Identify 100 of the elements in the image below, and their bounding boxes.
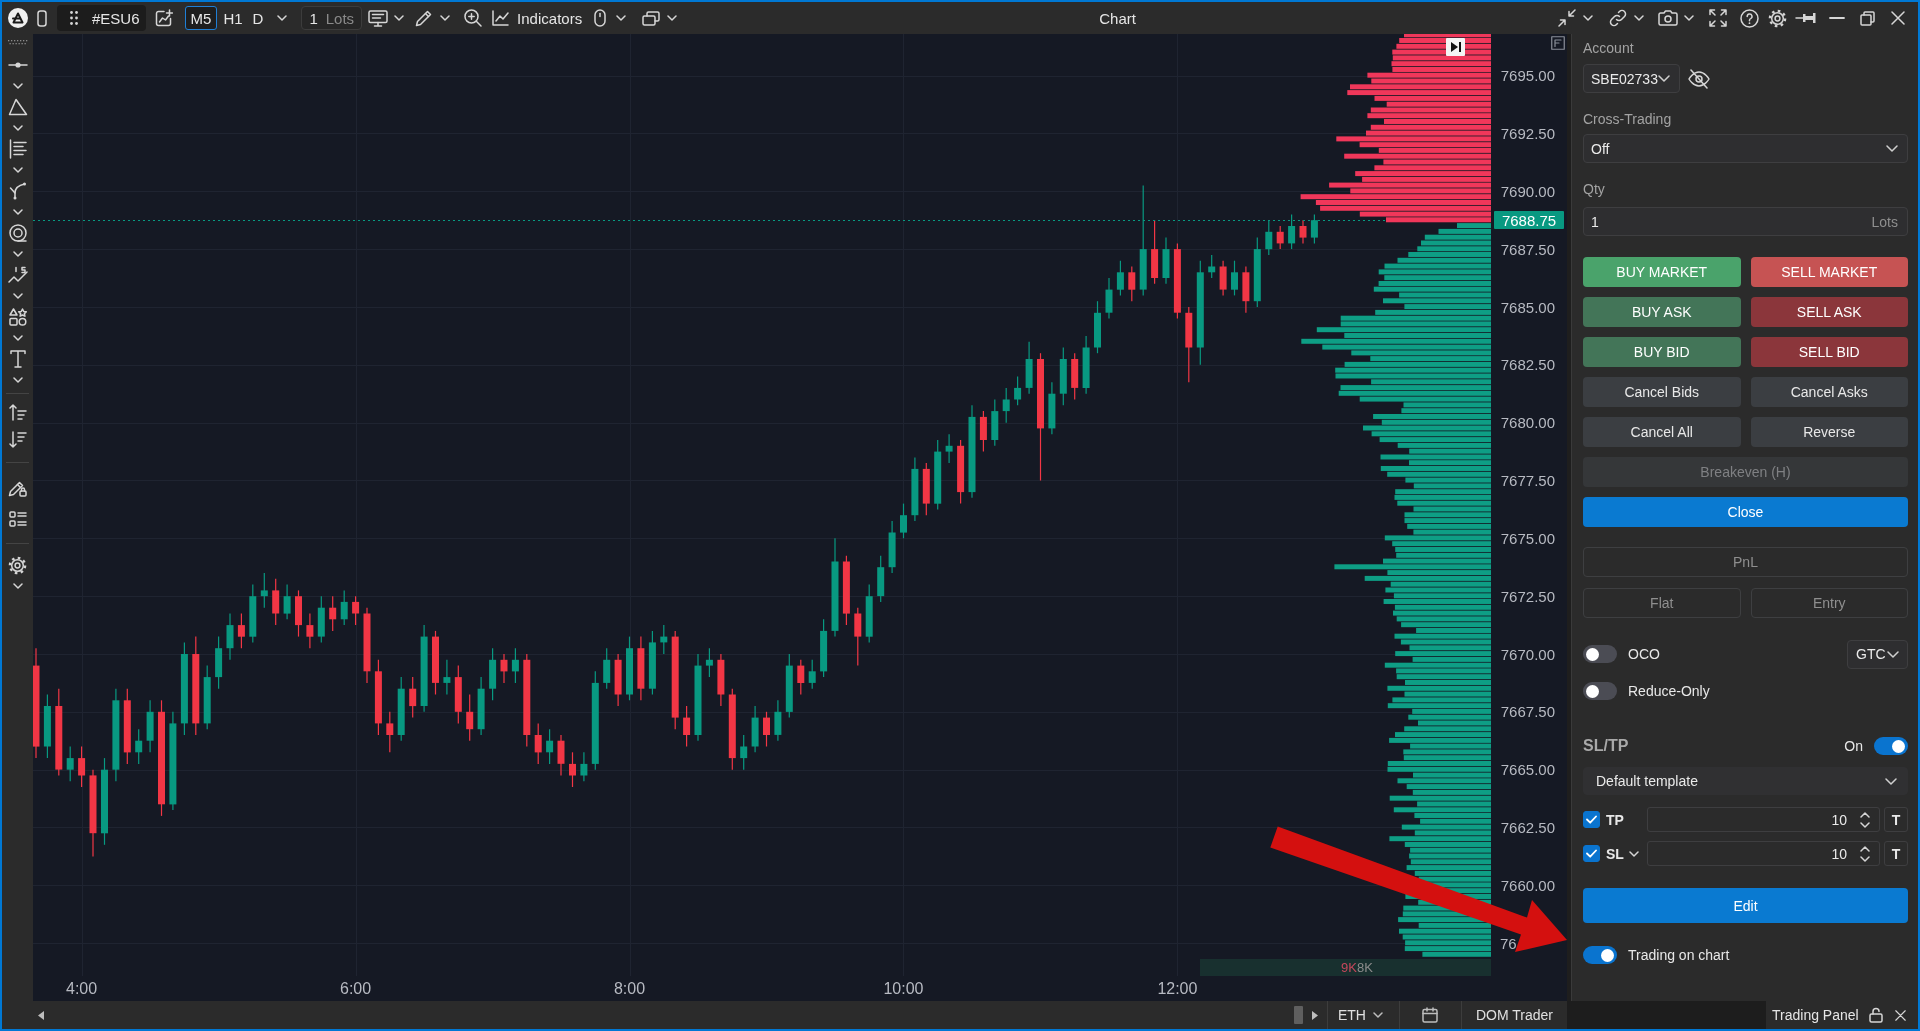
help-icon[interactable]: [1740, 8, 1759, 28]
zoom-in-icon[interactable]: [464, 9, 483, 27]
shrink-icon[interactable]: [1558, 9, 1576, 27]
edit-button[interactable]: Edit: [1583, 888, 1908, 923]
caret-icon[interactable]: [12, 377, 23, 383]
timeframe-tab[interactable]: D: [248, 6, 268, 30]
monitor-icon[interactable]: [368, 9, 389, 27]
scroll-right-icon[interactable]: [1312, 1010, 1318, 1020]
checkbox[interactable]: [1583, 811, 1600, 828]
add-chart-icon[interactable]: [153, 8, 173, 28]
caret-icon[interactable]: [1628, 850, 1639, 857]
caret-icon[interactable]: [440, 15, 451, 21]
unit-button[interactable]: T: [1884, 841, 1908, 866]
shapes-icon[interactable]: [8, 308, 27, 326]
sort-down-icon[interactable]: [8, 431, 27, 449]
cross-trading-select[interactable]: Off: [1583, 134, 1908, 163]
calendar-icon[interactable]: [1422, 1007, 1439, 1023]
timeframe-tab[interactable]: H1: [219, 6, 247, 30]
position-button[interactable]: Flat: [1583, 588, 1741, 618]
mouse-icon[interactable]: [594, 9, 607, 27]
spinner-icon[interactable]: [1860, 811, 1870, 828]
toggle-switch[interactable]: [1583, 946, 1617, 964]
scroll-left-icon[interactable]: [38, 1010, 44, 1020]
candle: [580, 751, 588, 782]
caret-icon[interactable]: [1634, 15, 1644, 21]
triangle-icon[interactable]: [7, 98, 28, 116]
link-icon[interactable]: [1608, 8, 1628, 28]
lines-icon[interactable]: [8, 139, 27, 159]
time-in-force-select[interactable]: GTC: [1847, 639, 1908, 669]
padlock-icon[interactable]: [1868, 1007, 1883, 1023]
logo-icon[interactable]: [8, 8, 28, 28]
settings-icon[interactable]: [1768, 8, 1787, 28]
text-tool-icon[interactable]: [9, 350, 26, 368]
caret-icon[interactable]: [277, 15, 288, 21]
order-button[interactable]: Cancel All: [1583, 417, 1741, 447]
pnl-button[interactable]: PnL: [1583, 547, 1908, 577]
timeframe-tab[interactable]: M5: [184, 6, 218, 30]
caret-icon[interactable]: [1684, 15, 1694, 21]
zigzag-icon[interactable]: [7, 266, 28, 284]
unit-button[interactable]: T: [1884, 807, 1908, 832]
symbol-selector[interactable]: #ESU6: [57, 5, 146, 31]
sell-button[interactable]: SELL ASK: [1750, 297, 1908, 327]
qty-field[interactable]: 1 Lots: [1583, 207, 1908, 236]
close-button[interactable]: Close: [1583, 497, 1908, 527]
caret-icon[interactable]: [12, 335, 23, 341]
sell-button[interactable]: SELL MARKET: [1750, 257, 1908, 287]
session-select[interactable]: ETH: [1328, 1001, 1399, 1029]
list-icon[interactable]: [8, 511, 27, 527]
caret-icon[interactable]: [12, 583, 23, 589]
scrollbar-thumb[interactable]: [1294, 1006, 1303, 1024]
grip-dots-icon[interactable]: [6, 39, 29, 45]
close-icon[interactable]: [1894, 1009, 1906, 1021]
caret-icon[interactable]: [12, 125, 23, 131]
close-icon[interactable]: [1891, 11, 1905, 25]
restore-icon[interactable]: [1860, 10, 1875, 26]
pencil-icon[interactable]: [415, 9, 434, 27]
curve-icon[interactable]: [8, 182, 27, 200]
order-button[interactable]: Reverse: [1750, 417, 1908, 447]
sort-up-icon[interactable]: [8, 403, 27, 421]
buy-button[interactable]: BUY BID: [1583, 337, 1741, 367]
caret-icon[interactable]: [12, 83, 23, 89]
number-field[interactable]: 10: [1647, 841, 1880, 866]
eye-off-icon[interactable]: [1687, 68, 1710, 89]
number-field[interactable]: 10: [1647, 807, 1880, 832]
position-button[interactable]: Entry: [1750, 588, 1908, 618]
windows-icon[interactable]: [642, 10, 661, 26]
template-select[interactable]: Default template: [1583, 767, 1908, 795]
toggle-switch[interactable]: [1874, 737, 1908, 755]
square-icon[interactable]: [1551, 36, 1565, 50]
spinner-icon[interactable]: [1860, 845, 1870, 862]
line-tool-icon[interactable]: [7, 61, 28, 69]
caret-icon[interactable]: [12, 251, 23, 257]
fullscreen-icon[interactable]: [1709, 9, 1727, 27]
caret-icon[interactable]: [616, 15, 627, 21]
camera-icon[interactable]: [1658, 10, 1678, 26]
sell-button[interactable]: SELL BID: [1750, 337, 1908, 367]
caret-icon[interactable]: [12, 209, 23, 215]
candle: [78, 745, 86, 788]
spiral-icon[interactable]: [8, 224, 27, 242]
grip-icon[interactable]: [70, 11, 78, 25]
caret-icon[interactable]: [1583, 15, 1593, 21]
lots-field[interactable]: 1 Lots: [301, 6, 363, 30]
settings-icon[interactable]: [8, 555, 27, 575]
caret-icon[interactable]: [667, 15, 678, 21]
caret-icon[interactable]: [394, 15, 405, 21]
indicators-button[interactable]: Indicators: [492, 5, 583, 31]
account-select[interactable]: SBE02733: [1583, 64, 1680, 93]
caret-icon[interactable]: [12, 167, 23, 173]
order-button[interactable]: Cancel Bids: [1583, 377, 1741, 407]
phone-icon[interactable]: [37, 9, 47, 27]
go-to-end-icon[interactable]: [1446, 38, 1465, 56]
dom-trader-tab[interactable]: DOM Trader: [1462, 1001, 1567, 1029]
toggle-switch[interactable]: [1583, 682, 1617, 700]
buy-button[interactable]: BUY ASK: [1583, 297, 1741, 327]
caret-icon[interactable]: [12, 293, 23, 299]
checkbox[interactable]: [1583, 845, 1600, 862]
toggle-switch[interactable]: [1583, 645, 1617, 663]
candle: [865, 584, 873, 643]
pin-icon[interactable]: [1795, 12, 1819, 24]
order-button[interactable]: Cancel Asks: [1750, 377, 1908, 407]
